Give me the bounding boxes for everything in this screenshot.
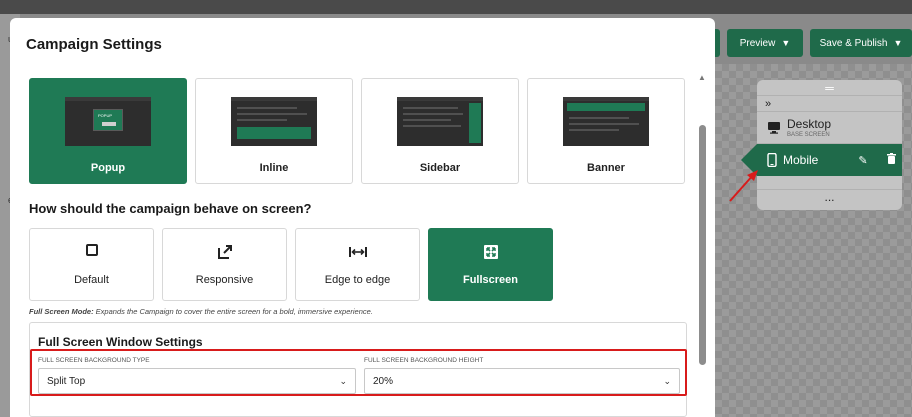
red-arrow-annotation [729, 170, 758, 202]
mobile-label: Mobile [783, 153, 819, 167]
desktop-sublabel: BASE SCREEN [787, 131, 830, 138]
square-icon [85, 244, 98, 256]
behavior-question: How should the campaign behave on screen… [29, 201, 312, 216]
preview-label: Preview [739, 37, 776, 49]
mode-responsive-card[interactable]: Responsive [162, 228, 287, 301]
bg-type-select[interactable]: Split Top ⌄ [38, 368, 356, 394]
modal-scrollbar[interactable]: ▲ [697, 73, 709, 417]
mode-hint-text: Expands the Campaign to cover the entire… [93, 307, 373, 316]
layout-popup-card[interactable]: POPUP Popup [29, 78, 187, 184]
bg-height-label: FULL SCREEN BACKGROUND HEIGHT [364, 357, 484, 364]
chevron-down-icon: ⌄ [663, 375, 671, 386]
horizontal-stretch-icon [348, 244, 367, 260]
preview-button[interactable]: Preview ▼ [727, 29, 803, 57]
fullscreen-settings-title: Full Screen Window Settings [38, 335, 203, 349]
more-icon[interactable]: ... [757, 190, 902, 208]
sidebar-preview-thumbnail [397, 97, 483, 146]
bg-height-select[interactable]: 20% ⌄ [364, 368, 680, 394]
mode-hint: Full Screen Mode: Expands the Campaign t… [29, 307, 373, 316]
device-mobile[interactable]: Mobile ✎ [741, 144, 902, 176]
layout-sidebar-label: Sidebar [419, 162, 461, 174]
popup-thumb-text: POPUP [98, 113, 113, 118]
mode-hint-label: Full Screen Mode: [29, 307, 94, 316]
mode-default-card[interactable]: Default [29, 228, 154, 301]
save-publish-button[interactable]: Save & Publish ▼ [810, 29, 912, 57]
scroll-thumb[interactable] [699, 125, 706, 365]
drag-handle-icon[interactable]: ═ [757, 80, 902, 96]
fullscreen-arrows-icon [483, 244, 499, 260]
device-panel: ═ » Desktop BASE SCREEN Mobile ✎ ... [741, 80, 902, 210]
mode-fullscreen-label: Fullscreen [462, 274, 519, 286]
campaign-settings-modal: Campaign Settings ▲ POPUP Popup Inline S… [10, 18, 715, 417]
expand-arrow-icon [217, 244, 233, 260]
top-strip [0, 0, 912, 14]
bg-type-label: FULL SCREEN BACKGROUND TYPE [38, 357, 150, 364]
trash-icon[interactable] [880, 153, 902, 167]
behavior-modes: Default Responsive Edge to edge Fullscre… [29, 228, 553, 301]
collapse-icon[interactable]: » [757, 96, 902, 112]
layout-banner-label: Banner [587, 162, 625, 174]
layout-banner-card[interactable]: Banner [527, 78, 685, 184]
bg-height-value: 20% [373, 375, 394, 387]
edit-icon[interactable]: ✎ [852, 154, 874, 167]
desktop-icon [768, 122, 780, 134]
device-panel-spacer [757, 176, 902, 190]
mode-default-label: Default [74, 274, 109, 286]
mobile-icon [767, 153, 777, 167]
highlight-annotation-box: FULL SCREEN BACKGROUND TYPE Split Top ⌄ … [30, 349, 687, 396]
chevron-down-icon: ▼ [893, 38, 903, 48]
fullscreen-settings-panel: Full Screen Window Settings FULL SCREEN … [29, 322, 687, 417]
layout-options: POPUP Popup Inline Sidebar Banner [29, 78, 685, 184]
chevron-down-icon: ▼ [781, 38, 791, 48]
mode-responsive-label: Responsive [195, 274, 254, 286]
chevron-down-icon: ⌄ [339, 375, 347, 386]
device-desktop[interactable]: Desktop BASE SCREEN [757, 112, 902, 144]
mode-edge-card[interactable]: Edge to edge [295, 228, 420, 301]
popup-preview-thumbnail: POPUP [65, 97, 151, 146]
banner-preview-thumbnail [563, 97, 649, 146]
layout-inline-label: Inline [259, 162, 289, 174]
scroll-up-icon[interactable]: ▲ [698, 73, 706, 82]
inline-preview-thumbnail [231, 97, 317, 146]
save-publish-label: Save & Publish [819, 37, 888, 49]
modal-title: Campaign Settings [26, 36, 162, 53]
bg-type-value: Split Top [47, 375, 86, 387]
desktop-label: Desktop [787, 116, 832, 131]
layout-inline-card[interactable]: Inline [195, 78, 353, 184]
mode-fullscreen-card[interactable]: Fullscreen [428, 228, 553, 301]
layout-popup-label: Popup [90, 162, 126, 174]
layout-sidebar-card[interactable]: Sidebar [361, 78, 519, 184]
mode-edge-label: Edge to edge [324, 274, 391, 286]
